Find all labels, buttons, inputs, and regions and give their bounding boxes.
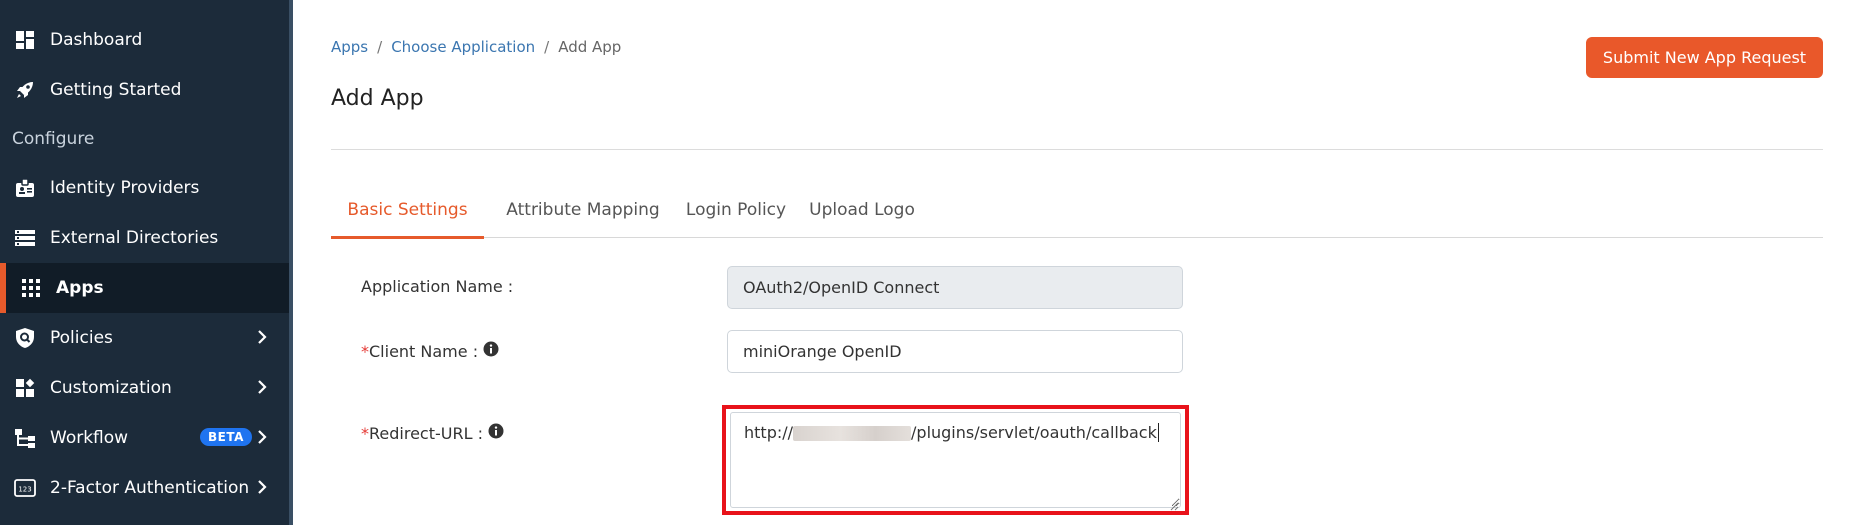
123-icon: 123 bbox=[14, 477, 36, 499]
client-name-field[interactable] bbox=[727, 330, 1183, 373]
sidebar-item-label: Getting Started bbox=[50, 80, 182, 100]
workflow-icon bbox=[14, 427, 36, 449]
beta-badge: BETA bbox=[200, 428, 252, 446]
chevron-right-icon bbox=[257, 329, 267, 350]
sidebar-item-label: Identity Providers bbox=[50, 178, 200, 198]
redirect-url-prefix: http:// bbox=[744, 423, 794, 442]
client-name-label: * Client Name : bbox=[361, 341, 499, 361]
sidebar-item-label: 2-Factor Authentication bbox=[50, 478, 250, 498]
sidebar-item-label: Customization bbox=[50, 378, 172, 398]
sidebar-item-workflow[interactable]: Workflow BETA bbox=[0, 413, 289, 463]
sidebar-item-label: External Directories bbox=[50, 228, 219, 248]
sidebar: Dashboard Getting Started Configure Iden… bbox=[0, 0, 289, 525]
breadcrumb-separator: / bbox=[544, 38, 550, 56]
rocket-icon bbox=[14, 79, 36, 101]
chevron-right-icon bbox=[257, 479, 267, 500]
submit-new-app-request-button[interactable]: Submit New App Request bbox=[1586, 37, 1823, 78]
page-title: Add App bbox=[331, 86, 424, 111]
tab-attribute-mapping[interactable]: Attribute Mapping bbox=[501, 186, 665, 236]
info-icon[interactable] bbox=[488, 423, 504, 443]
main-content: Apps / Choose Application / Add App Add App … bbox=[293, 0, 1873, 525]
widgets-icon bbox=[14, 377, 36, 399]
sidebar-item-policies[interactable]: Policies bbox=[0, 313, 289, 363]
label-text: Client Name : bbox=[369, 341, 479, 361]
resize-handle-icon[interactable] bbox=[1169, 496, 1179, 515]
sidebar-item-external-directories[interactable]: External Directories bbox=[0, 213, 289, 263]
svg-text:123: 123 bbox=[18, 486, 31, 494]
application-name-label: Application Name : bbox=[361, 277, 513, 296]
tab-basic-settings[interactable]: Basic Settings bbox=[331, 186, 484, 239]
sidebar-item-label: Apps bbox=[56, 278, 104, 298]
chevron-right-icon bbox=[257, 429, 267, 450]
sidebar-item-getting-started[interactable]: Getting Started bbox=[0, 65, 289, 115]
label-text: Redirect-URL : bbox=[369, 423, 483, 443]
sidebar-section-configure: Configure bbox=[12, 129, 95, 149]
redirect-url-suffix: /plugins/servlet/oauth/callback bbox=[911, 423, 1157, 442]
tab-upload-logo[interactable]: Upload Logo bbox=[807, 186, 917, 236]
sidebar-item-apps[interactable]: Apps bbox=[0, 263, 289, 313]
sidebar-item-2fa[interactable]: 123 2-Factor Authentication bbox=[0, 463, 289, 513]
list-icon bbox=[14, 227, 36, 249]
id-badge-icon bbox=[14, 177, 36, 199]
required-mark: * bbox=[361, 341, 369, 361]
shield-icon bbox=[14, 327, 36, 349]
breadcrumb-current: Add App bbox=[558, 38, 622, 56]
tab-bar: Basic Settings Attribute Mapping Login P… bbox=[331, 186, 1823, 239]
chevron-right-icon bbox=[257, 379, 267, 400]
application-name-field bbox=[727, 266, 1183, 309]
redacted-blur bbox=[793, 426, 911, 441]
grid-icon bbox=[20, 277, 42, 299]
sidebar-item-dashboard[interactable]: Dashboard bbox=[0, 15, 289, 65]
divider bbox=[331, 149, 1823, 150]
breadcrumb-link-choose-application[interactable]: Choose Application bbox=[391, 38, 535, 56]
required-mark: * bbox=[361, 423, 369, 443]
sidebar-item-label: Policies bbox=[50, 328, 113, 348]
dashboard-icon bbox=[14, 29, 36, 51]
sidebar-item-label: Workflow bbox=[50, 428, 129, 448]
info-icon[interactable] bbox=[483, 341, 499, 361]
label-text: Application Name : bbox=[361, 277, 514, 296]
sidebar-item-customization[interactable]: Customization bbox=[0, 363, 289, 413]
breadcrumb-link-apps[interactable]: Apps bbox=[331, 38, 368, 56]
text-cursor bbox=[1157, 423, 1159, 442]
breadcrumb-separator: / bbox=[377, 38, 383, 56]
tab-login-policy[interactable]: Login Policy bbox=[679, 186, 793, 236]
sidebar-item-label: Dashboard bbox=[50, 30, 143, 50]
sidebar-item-identity-providers[interactable]: Identity Providers bbox=[0, 163, 289, 213]
breadcrumb: Apps / Choose Application / Add App bbox=[331, 38, 621, 56]
redirect-url-label: * Redirect-URL : bbox=[361, 423, 504, 443]
